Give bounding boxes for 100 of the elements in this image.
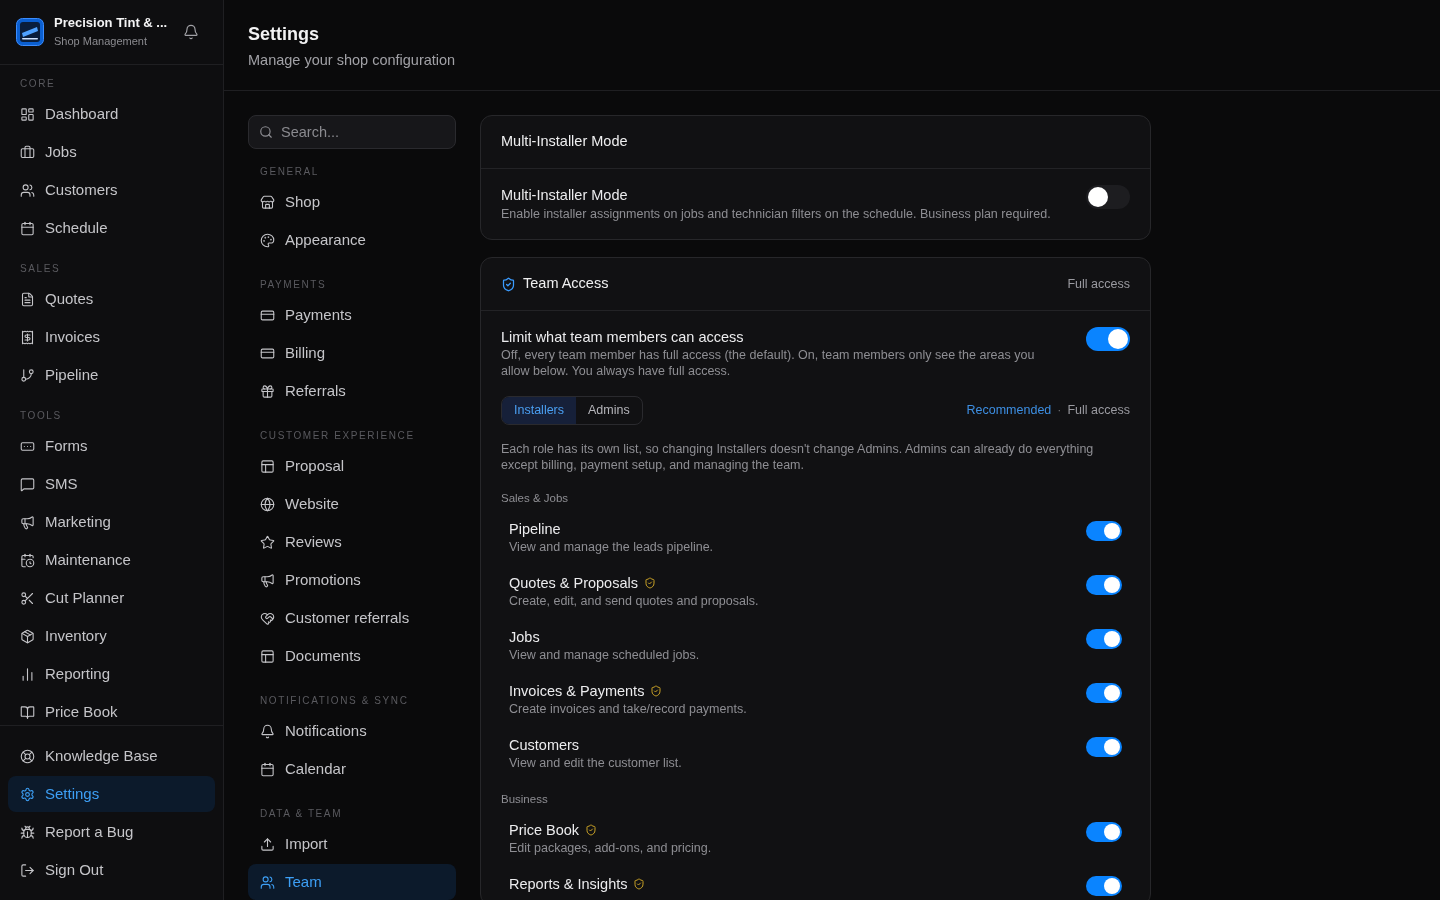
settings-nav-item[interactable]: Shop: [248, 184, 456, 220]
settings-nav-item[interactable]: Payments: [248, 297, 456, 333]
sidebar-item[interactable]: Dashboard: [8, 96, 215, 132]
gift-icon: [260, 383, 275, 399]
sidebar-item[interactable]: Pipeline: [8, 357, 215, 393]
settings-nav-item[interactable]: Promotions: [248, 562, 456, 598]
toggle-switch[interactable]: [1086, 737, 1122, 757]
brand-subtitle: Shop Management: [54, 34, 148, 49]
settings-nav-item[interactable]: Billing: [248, 335, 456, 371]
receipt-icon: [20, 329, 35, 345]
sidebar-item[interactable]: SMS: [8, 466, 215, 502]
upload-icon: [260, 836, 275, 852]
sidebar-item[interactable]: Reporting: [8, 656, 215, 692]
layout-icon: [260, 648, 275, 664]
group-label: Sales & Jobs: [501, 491, 570, 505]
setting-title: Multi-Installer Mode: [501, 186, 629, 205]
permission-title: Invoices & Payments: [509, 682, 645, 701]
permission-title: Jobs: [509, 628, 540, 647]
bell-icon: [260, 723, 275, 739]
bar-chart-icon: [20, 666, 35, 682]
toggle-switch[interactable]: [1086, 822, 1122, 842]
permission-description: View and manage the leads pipeline.: [509, 539, 714, 555]
toggle-switch[interactable]: [1086, 876, 1122, 896]
permission-description: View and manage scheduled jobs.: [509, 647, 700, 663]
scissors-icon: [20, 590, 35, 606]
search-icon: [259, 125, 273, 139]
sidebar-item[interactable]: Marketing: [8, 504, 215, 540]
settings-nav-item[interactable]: Referrals: [248, 373, 456, 409]
roles-note: Each role has its own list, so changing Installers doesn't change Admins. Admins can already do everything except billing, payment setup, and managing the team.: [501, 441, 1095, 473]
section-label: SALES: [19, 263, 62, 275]
section-label: GENERAL: [259, 166, 320, 178]
permission-description: Create, edit, and send quotes and proposals.: [509, 593, 759, 609]
settings-nav-item[interactable]: Appearance: [248, 222, 456, 258]
settings-nav-item[interactable]: Documents: [248, 638, 456, 674]
settings-nav-item[interactable]: Proposal: [248, 448, 456, 484]
recommended-link[interactable]: Recommended: [966, 401, 1052, 420]
bell-icon[interactable]: [183, 24, 199, 40]
settings-nav-item[interactable]: Import: [248, 826, 456, 862]
permission-title: Reports & Insights: [509, 875, 628, 894]
sidebar-item[interactable]: Forms: [8, 428, 215, 464]
toggle-switch[interactable]: [1086, 575, 1122, 595]
sidebar-item[interactable]: Maintenance: [8, 542, 215, 578]
permission-description: View and edit the customer list.: [509, 755, 682, 771]
store-icon: [260, 194, 275, 210]
toggle-switch[interactable]: [1086, 629, 1122, 649]
search-field[interactable]: Search...: [248, 115, 456, 149]
page-title: Settings: [248, 23, 320, 46]
sidebar-item[interactable]: Invoices: [8, 319, 215, 355]
calendar-icon: [260, 761, 275, 777]
credit-card-icon: [260, 345, 275, 361]
sidebar-item[interactable]: Price Book: [8, 694, 215, 725]
role-tab[interactable]: Installers: [502, 397, 577, 424]
calendar-icon: [20, 220, 35, 236]
setting-description: Enable installer assignments on jobs and technician filters on the schedule. Business plan required.: [501, 206, 1051, 223]
layout-icon: [260, 458, 275, 474]
toggle-switch[interactable]: [1086, 521, 1122, 541]
globe-icon: [260, 496, 275, 512]
sidebar-item[interactable]: Cut Planner: [8, 580, 215, 616]
sidebar-item[interactable]: Sign Out: [8, 852, 215, 888]
shield-icon: [501, 276, 516, 292]
settings-nav-item[interactable]: Customer referrals: [248, 600, 456, 636]
settings-nav-item[interactable]: Team: [248, 864, 456, 900]
settings-nav-item[interactable]: Website: [248, 486, 456, 522]
permission-description: Create invoices and take/record payments.: [509, 701, 747, 717]
megaphone-icon: [260, 572, 275, 588]
section-label: CUSTOMER EXPERIENCE: [259, 430, 416, 442]
sidebar-item[interactable]: Quotes: [8, 281, 215, 317]
toggle-switch[interactable]: [1086, 185, 1130, 209]
group-label: Business: [501, 792, 549, 806]
bug-icon: [20, 824, 35, 840]
settings-nav-item[interactable]: Notifications: [248, 713, 456, 749]
star-icon: [260, 534, 275, 550]
sidebar-item[interactable]: Jobs: [8, 134, 215, 170]
users-icon: [260, 874, 275, 890]
sidebar-item[interactable]: Settings: [8, 776, 215, 812]
sidebar-item[interactable]: Inventory: [8, 618, 215, 654]
permission-title: Customers: [509, 736, 580, 755]
role-tab[interactable]: Admins: [576, 397, 642, 424]
section-label: TOOLS: [19, 410, 63, 422]
access-level-label: Full access: [1067, 275, 1130, 293]
page-subtitle: Manage your shop configuration: [248, 51, 457, 70]
sidebar-item[interactable]: Customers: [8, 172, 215, 208]
settings-nav-item[interactable]: Reviews: [248, 524, 456, 560]
credit-card-icon: [260, 307, 275, 323]
chat-bubble-icon: [20, 476, 35, 492]
sidebar-item[interactable]: Schedule: [8, 210, 215, 246]
section-label: PAYMENTS: [259, 279, 328, 291]
settings-nav-item[interactable]: Calendar: [248, 751, 456, 787]
card-title: Team Access: [523, 274, 609, 294]
card-title: Multi-Installer Mode: [501, 132, 628, 152]
sidebar-item[interactable]: Report a Bug: [8, 814, 215, 850]
section-label: CORE: [19, 78, 57, 90]
lifebuoy-icon: [20, 748, 35, 764]
permission-description: Edit packages, add-ons, and pricing.: [509, 840, 712, 856]
sidebar-item[interactable]: Knowledge Base: [8, 738, 215, 774]
book-icon: [20, 704, 35, 720]
toggle-switch[interactable]: [1086, 327, 1130, 351]
permission-title: Pipeline: [509, 520, 561, 539]
toggle-switch[interactable]: [1086, 683, 1122, 703]
heart-handshake-icon: [260, 610, 275, 626]
